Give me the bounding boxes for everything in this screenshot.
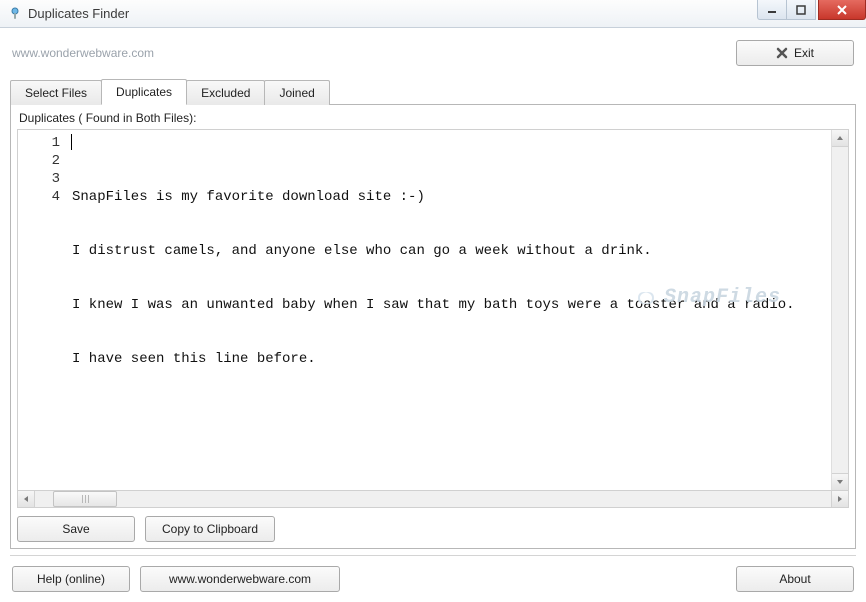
horizontal-scrollbar[interactable] [17,491,849,508]
scroll-down-icon[interactable] [832,473,848,490]
close-button[interactable] [818,0,866,20]
window-title: Duplicates Finder [28,6,129,21]
text-editor[interactable]: 1234 SnapFiles is my favorite download s… [17,129,849,491]
about-button[interactable]: About [736,566,854,592]
maximize-button[interactable] [786,0,816,20]
exit-button[interactable]: Exit [736,40,854,66]
footer: Help (online) www.wonderwebware.com Abou… [10,555,856,592]
editor-line: I knew I was an unwanted baby when I saw… [72,296,831,314]
minimize-icon [767,5,777,15]
line-gutter: 1234 [18,130,68,490]
exit-button-label: Exit [794,46,814,60]
minimize-button[interactable] [757,0,787,20]
header-url: www.wonderwebware.com [12,46,154,60]
tab-duplicates[interactable]: Duplicates [101,79,187,105]
app-icon [8,7,22,21]
vertical-scrollbar[interactable] [831,130,848,490]
scroll-up-icon[interactable] [832,130,848,147]
scroll-right-icon[interactable] [831,491,848,507]
editor-line: I have seen this line before. [72,350,831,368]
text-cursor [71,134,72,150]
tab-joined[interactable]: Joined [264,80,329,105]
copy-to-clipboard-button[interactable]: Copy to Clipboard [145,516,275,542]
scroll-left-icon[interactable] [18,491,35,507]
panel-label: Duplicates ( Found in Both Files): [17,109,849,129]
editor-line: SnapFiles is my favorite download site :… [72,188,831,206]
tab-excluded[interactable]: Excluded [186,80,265,105]
tab-bar: Select Files Duplicates Excluded Joined [10,78,856,105]
website-button[interactable]: www.wonderwebware.com [140,566,340,592]
window-controls [758,0,866,20]
scroll-thumb[interactable] [53,491,117,507]
titlebar: Duplicates Finder [0,0,866,28]
editor-line: I distrust camels, and anyone else who c… [72,242,831,260]
maximize-icon [796,5,806,15]
duplicates-panel: Duplicates ( Found in Both Files): 1234 … [10,105,856,549]
close-icon [836,5,848,15]
editor-content[interactable]: SnapFiles is my favorite download site :… [68,130,831,490]
close-x-icon [776,47,788,59]
help-button[interactable]: Help (online) [12,566,130,592]
tab-select-files[interactable]: Select Files [10,80,102,105]
save-button[interactable]: Save [17,516,135,542]
